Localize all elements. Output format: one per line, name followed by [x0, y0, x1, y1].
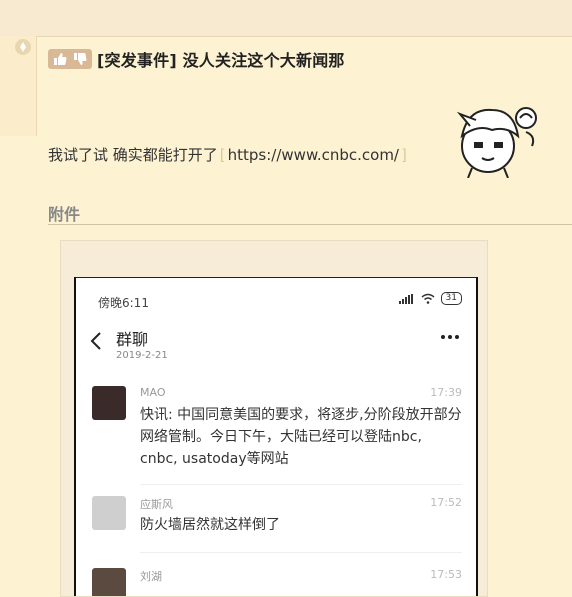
cnbc-link[interactable]: https://www.cnbc.com/: [228, 146, 399, 164]
post-marker-icon: [15, 39, 31, 55]
message-sender: 应斯风: [140, 498, 173, 511]
post-title-row: [突发事件] 没人关注这个大新闻那: [48, 47, 345, 71]
signal-icon: [398, 293, 413, 304]
avatar: [92, 568, 126, 596]
message-sender: 刘湖: [140, 570, 162, 583]
chat-message: 应斯风 17:52 防火墙居然就这样倒了: [92, 496, 462, 544]
top-bar: [0, 0, 572, 37]
chat-title: 群聊: [116, 330, 149, 349]
link-open-bracket: [: [219, 146, 226, 164]
post-title: [突发事件] 没人关注这个大新闻那: [97, 51, 345, 70]
link-close-bracket: ]: [400, 146, 407, 164]
anime-sticker-icon: [456, 107, 537, 178]
attachments-divider: [48, 224, 572, 225]
battery-icon: 31: [440, 292, 462, 305]
message-text: 防火墙居然就这样倒了: [140, 517, 280, 533]
chat-message: 刘湖 17:53: [92, 568, 462, 596]
message-sender: MAO: [140, 386, 166, 399]
chat-date: 2019-2-21: [116, 350, 168, 361]
message-time: 17:39: [430, 386, 462, 399]
thumbs-up-icon[interactable]: [52, 51, 68, 67]
status-icons: 31: [398, 292, 462, 305]
message-time: 17:53: [430, 568, 462, 581]
message-divider: [140, 484, 462, 485]
attachments-label: 附件: [48, 205, 81, 224]
avatar: [92, 386, 126, 420]
more-options-icon[interactable]: [440, 334, 460, 340]
chat-message: MAO 17:39 快讯: 中国同意美国的要求，将逐步,分阶段放开部分网络管制。…: [92, 386, 462, 476]
post-body: 我试了试 确实都能打开了[https://www.cnbc.com/]: [48, 144, 409, 165]
post-body-text: 我试了试 确实都能打开了: [48, 146, 218, 164]
message-divider: [140, 552, 462, 553]
status-time: 傍晚6:11: [98, 296, 149, 310]
message-text: 快讯: 中国同意美国的要求，将逐步,分阶段放开部分网络管制。今日下午，大陆已经可…: [140, 407, 462, 467]
back-arrow-icon[interactable]: [90, 332, 102, 350]
vote-buttons: [48, 49, 92, 69]
avatar: [92, 496, 126, 530]
attachment-screenshot[interactable]: 傍晚6:11 31 群聊 2019-2-21 MAO 17:39 快讯: 中国同…: [74, 277, 478, 596]
wifi-icon: [421, 293, 435, 304]
thumbs-down-icon[interactable]: [72, 51, 88, 67]
message-time: 17:52: [430, 496, 462, 509]
